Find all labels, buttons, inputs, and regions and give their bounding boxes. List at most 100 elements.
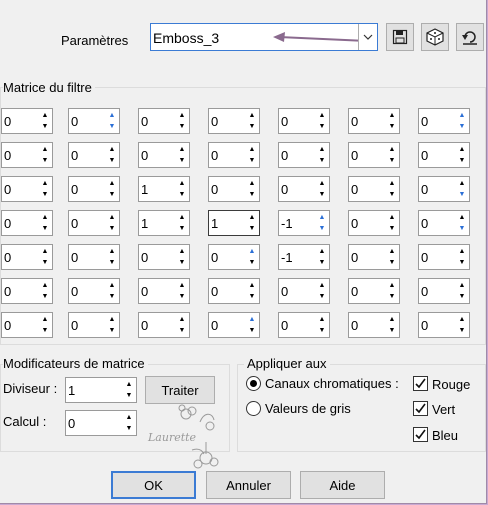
save-preset-button[interactable] (386, 23, 414, 51)
spin-down-icon[interactable]: ▼ (246, 121, 258, 132)
spin-down-icon[interactable]: ▼ (386, 325, 398, 336)
spin-down-icon[interactable]: ▼ (316, 155, 328, 166)
matrix-cell-r3-c2[interactable]: 0 ▲ ▼ (68, 176, 120, 202)
spin-down-icon[interactable]: ▼ (123, 390, 135, 401)
spin-down-icon[interactable]: ▼ (316, 223, 328, 234)
spin-down-icon[interactable]: ▼ (386, 223, 398, 234)
spin-down-icon[interactable]: ▼ (106, 223, 118, 234)
matrix-cell-r3-c5[interactable]: 0 ▲ ▼ (278, 176, 330, 202)
matrix-cell-r7-c2[interactable]: 0 ▲ ▼ (68, 312, 120, 338)
matrix-cell-r3-c4[interactable]: 0 ▲ ▼ (208, 176, 260, 202)
spin-up-icon[interactable]: ▲ (386, 144, 398, 155)
matrix-cell-r7-c6[interactable]: 0 ▲ ▼ (348, 312, 400, 338)
spin-up-icon[interactable]: ▲ (246, 178, 258, 189)
matrix-cell-r1-c2[interactable]: 0 ▲ ▼ (68, 108, 120, 134)
spin-down-icon[interactable]: ▼ (456, 257, 468, 268)
matrix-cell-r5-c6[interactable]: 0 ▲ ▼ (348, 244, 400, 270)
grey-radio[interactable] (246, 401, 261, 416)
spin-down-icon[interactable]: ▼ (246, 223, 258, 234)
spin-down-icon[interactable]: ▼ (176, 325, 188, 336)
spin-down-icon[interactable]: ▼ (39, 155, 51, 166)
spin-up-icon[interactable]: ▲ (176, 314, 188, 325)
spin-up-icon[interactable]: ▲ (386, 212, 398, 223)
spin-down-icon[interactable]: ▼ (386, 189, 398, 200)
spin-up-icon[interactable]: ▲ (176, 280, 188, 291)
matrix-cell-r7-c5[interactable]: 0 ▲ ▼ (278, 312, 330, 338)
spin-down-icon[interactable]: ▼ (456, 121, 468, 132)
spin-down-icon[interactable]: ▼ (316, 189, 328, 200)
spin-up-icon[interactable]: ▲ (456, 246, 468, 257)
matrix-cell-r5-c3[interactable]: 0 ▲ ▼ (138, 244, 190, 270)
spin-up-icon[interactable]: ▲ (106, 246, 118, 257)
spin-up-icon[interactable]: ▲ (316, 314, 328, 325)
spin-up-icon[interactable]: ▲ (106, 314, 118, 325)
spin-up-icon[interactable]: ▲ (386, 178, 398, 189)
matrix-cell-r1-c6[interactable]: 0 ▲ ▼ (348, 108, 400, 134)
spin-up-icon[interactable]: ▲ (316, 110, 328, 121)
spin-down-icon[interactable]: ▼ (246, 291, 258, 302)
spin-up-icon[interactable]: ▲ (106, 280, 118, 291)
spin-down-icon[interactable]: ▼ (456, 325, 468, 336)
matrix-cell-r5-c5[interactable]: -1 ▲ ▼ (278, 244, 330, 270)
calc-spinbox[interactable]: 0 ▲ ▼ (65, 410, 137, 436)
green-checkbox[interactable] (413, 401, 428, 416)
spin-up-icon[interactable]: ▲ (456, 144, 468, 155)
spin-up-icon[interactable]: ▲ (39, 212, 51, 223)
spin-up-icon[interactable]: ▲ (176, 144, 188, 155)
matrix-cell-r5-c2[interactable]: 0 ▲ ▼ (68, 244, 120, 270)
spin-up-icon[interactable]: ▲ (386, 280, 398, 291)
spin-up-icon[interactable]: ▲ (246, 280, 258, 291)
matrix-cell-r2-c1[interactable]: 0 ▲ ▼ (1, 142, 53, 168)
matrix-cell-r2-c4[interactable]: 0 ▲ ▼ (208, 142, 260, 168)
spin-up-icon[interactable]: ▲ (246, 314, 258, 325)
matrix-cell-r7-c4[interactable]: 0 ▲ ▼ (208, 312, 260, 338)
matrix-cell-r4-c6[interactable]: 0 ▲ ▼ (348, 210, 400, 236)
matrix-cell-r1-c4[interactable]: 0 ▲ ▼ (208, 108, 260, 134)
spin-down-icon[interactable]: ▼ (39, 121, 51, 132)
spin-down-icon[interactable]: ▼ (456, 291, 468, 302)
spin-up-icon[interactable]: ▲ (39, 110, 51, 121)
spin-down-icon[interactable]: ▼ (456, 223, 468, 234)
spin-up-icon[interactable]: ▲ (176, 212, 188, 223)
spin-up-icon[interactable]: ▲ (456, 178, 468, 189)
matrix-cell-r2-c6[interactable]: 0 ▲ ▼ (348, 142, 400, 168)
matrix-cell-r6-c1[interactable]: 0 ▲ ▼ (1, 278, 53, 304)
spin-up-icon[interactable]: ▲ (456, 280, 468, 291)
spin-up-icon[interactable]: ▲ (386, 110, 398, 121)
matrix-cell-r4-c1[interactable]: 0 ▲ ▼ (1, 210, 53, 236)
spin-up-icon[interactable]: ▲ (176, 246, 188, 257)
spin-down-icon[interactable]: ▼ (456, 189, 468, 200)
spin-up-icon[interactable]: ▲ (456, 212, 468, 223)
spin-up-icon[interactable]: ▲ (39, 280, 51, 291)
spin-up-icon[interactable]: ▲ (246, 212, 258, 223)
cancel-button[interactable]: Annuler (206, 471, 291, 499)
matrix-cell-r2-c5[interactable]: 0 ▲ ▼ (278, 142, 330, 168)
spin-down-icon[interactable]: ▼ (106, 189, 118, 200)
spin-down-icon[interactable]: ▼ (106, 121, 118, 132)
matrix-cell-r6-c3[interactable]: 0 ▲ ▼ (138, 278, 190, 304)
spin-down-icon[interactable]: ▼ (123, 423, 135, 434)
spin-up-icon[interactable]: ▲ (386, 246, 398, 257)
spin-down-icon[interactable]: ▼ (456, 155, 468, 166)
matrix-cell-r5-c4[interactable]: 0 ▲ ▼ (208, 244, 260, 270)
matrix-cell-r6-c4[interactable]: 0 ▲ ▼ (208, 278, 260, 304)
spin-up-icon[interactable]: ▲ (39, 246, 51, 257)
matrix-cell-r4-c5[interactable]: -1 ▲ ▼ (278, 210, 330, 236)
spin-up-icon[interactable]: ▲ (39, 314, 51, 325)
spin-down-icon[interactable]: ▼ (246, 155, 258, 166)
spin-up-icon[interactable]: ▲ (246, 110, 258, 121)
divisor-spinbox[interactable]: 1 ▲ ▼ (65, 377, 137, 403)
spin-down-icon[interactable]: ▼ (39, 325, 51, 336)
spin-down-icon[interactable]: ▼ (316, 291, 328, 302)
spin-up-icon[interactable]: ▲ (106, 144, 118, 155)
spin-down-icon[interactable]: ▼ (386, 155, 398, 166)
matrix-cell-r6-c6[interactable]: 0 ▲ ▼ (348, 278, 400, 304)
spin-up-icon[interactable]: ▲ (106, 212, 118, 223)
spin-up-icon[interactable]: ▲ (386, 314, 398, 325)
spin-down-icon[interactable]: ▼ (316, 121, 328, 132)
spin-down-icon[interactable]: ▼ (176, 121, 188, 132)
spin-down-icon[interactable]: ▼ (39, 257, 51, 268)
chromatic-radio[interactable] (246, 376, 261, 391)
matrix-cell-r3-c1[interactable]: 0 ▲ ▼ (1, 176, 53, 202)
spin-down-icon[interactable]: ▼ (39, 223, 51, 234)
